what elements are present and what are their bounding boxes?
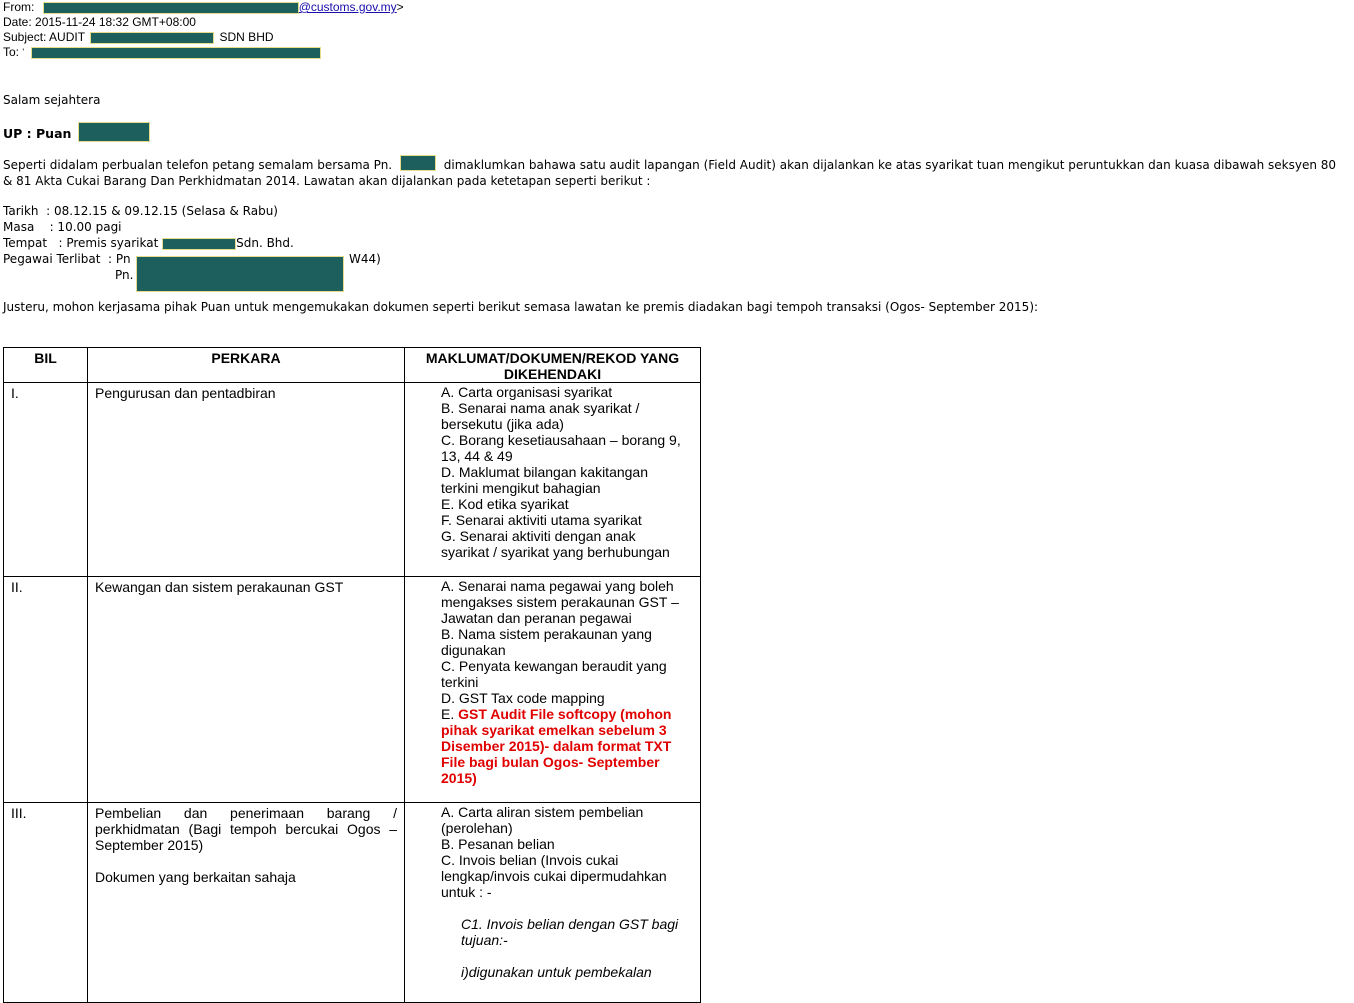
header-bil: BIL — [3, 347, 88, 383]
list-item: B. Senarai nama anak syarikat / bersekut… — [441, 400, 640, 432]
subject-suffix: SDN BHD — [219, 30, 274, 44]
list-item: B. Pesanan belian — [441, 836, 555, 852]
item-e-prefix: E. — [441, 706, 459, 722]
redacted-recipient — [31, 46, 322, 59]
to-mark: ' — [22, 47, 25, 57]
tempat-prefix: Tempat : Premis syarikat — [3, 236, 159, 250]
list-item: A. Carta organisasi syarikat — [441, 384, 613, 400]
item-e-red-text: GST Audit File softcopy (mohon pihak sya… — [441, 706, 672, 786]
tempat-suffix: Sdn. Bhd. — [236, 236, 294, 250]
from-label: From: — [3, 0, 35, 14]
list-item: G. Senarai aktiviti dengan anak syarikat… — [441, 528, 670, 560]
date-value: 2015-11-24 18:32 GMT+08:00 — [35, 15, 196, 29]
row-items: A. Carta aliran sistem pembelian (perole… — [404, 802, 701, 1003]
list-item: C. Invois belian (Invois cukai lengkap/i… — [441, 852, 667, 900]
list-item: B. Nama sistem perakaunan yang digunakan — [441, 626, 652, 658]
email-from-line: From: @customs.gov.my> — [3, 0, 404, 15]
row-items: A. Senarai nama pegawai yang boleh menga… — [404, 576, 701, 803]
table-header-row: BIL PERKARA MAKLUMAT/DOKUMEN/REKOD YANG … — [3, 347, 701, 383]
list-item-gst-audit-file: E. GST Audit File softcopy (mohon pihak … — [441, 706, 686, 786]
up-line: UP : Puan — [3, 122, 150, 142]
intro-paragraph: Seperti didalam perbualan telefon petang… — [3, 155, 1343, 189]
pegawai-prefix: Pegawai Terlibat : Pn — [3, 252, 131, 266]
list-item: D. Maklumat bilangan kakitangan terkini … — [441, 464, 649, 496]
masa-line: Masa : 10.00 pagi — [3, 220, 122, 234]
list-item: C. Penyata kewangan beraudit yang terkin… — [441, 658, 667, 690]
tarikh-line: Tarikh : 08.12.15 & 09.12.15 (Selasa & R… — [3, 204, 278, 218]
table-row: I. Pengurusan dan pentadbiran A. Carta o… — [3, 382, 701, 577]
from-suffix: > — [396, 0, 404, 14]
tempat-line: Tempat : Premis syarikat Sdn. Bhd. — [3, 235, 294, 251]
list-item: F. Senarai aktiviti utama syarikat — [441, 512, 642, 528]
row-bil: II. — [3, 576, 88, 803]
email-to-line: To: ' — [3, 45, 322, 60]
row-bil: III. — [3, 802, 88, 1003]
redacted-officers-block — [136, 256, 344, 292]
list-item: A. Carta aliran sistem pembelian (perole… — [441, 804, 644, 836]
redacted-up-name — [77, 122, 150, 142]
subject-prefix: AUDIT — [49, 30, 85, 44]
pegawai-line: Pegawai Terlibat : Pn — [3, 251, 131, 267]
pegawai-line2: Pn. — [115, 268, 134, 282]
row-perkara: Kewangan dan sistem perakaunan GST — [87, 576, 405, 803]
sub-item-i: i)digunakan untuk pembekalan — [461, 964, 652, 980]
list-item: C. Borang kesetiausahaan – borang 9, 13,… — [441, 432, 681, 464]
row-bil: I. — [3, 382, 88, 577]
email-subject-line: Subject: AUDIT SDN BHD — [3, 30, 274, 45]
requirements-table: BIL PERKARA MAKLUMAT/DOKUMEN/REKOD YANG … — [3, 347, 701, 1003]
subject-label: Subject: — [3, 30, 47, 44]
email-date-line: Date: 2015-11-24 18:32 GMT+08:00 — [3, 15, 196, 30]
intro-part1: Seperti didalam perbualan telefon petang… — [3, 158, 393, 172]
redacted-sender-name — [42, 1, 299, 14]
header-perkara: PERKARA — [87, 347, 405, 383]
list-item: E. Kod etika syarikat — [441, 496, 569, 512]
row-perkara-note: Dokumen yang berkaitan sahaja — [95, 869, 296, 885]
list-item: A. Senarai nama pegawai yang boleh menga… — [441, 578, 679, 626]
sub-item-c1: C1. Invois belian dengan GST bagi tujuan… — [461, 916, 679, 948]
to-label: To: — [3, 45, 20, 59]
table-row: III. Pembelian dan penerimaan barang / p… — [3, 802, 701, 1003]
row-items: A. Carta organisasi syarikat B. Senarai … — [404, 382, 701, 577]
row-perkara-cell: Pembelian dan penerimaan barang / perkhi… — [87, 802, 405, 1003]
header-maklumat: MAKLUMAT/DOKUMEN/REKOD YANG DIKEHENDAKI — [404, 347, 701, 383]
sender-email-link[interactable]: @customs.gov.my — [299, 0, 397, 14]
redacted-company-name — [90, 31, 215, 44]
greeting: Salam sejahtera — [3, 93, 101, 107]
row-perkara: Pembelian dan penerimaan barang / perkhi… — [95, 805, 397, 853]
redacted-premises — [162, 237, 237, 250]
row-perkara: Pengurusan dan pentadbiran — [87, 382, 405, 577]
date-label: Date: — [3, 15, 32, 29]
table-row: II. Kewangan dan sistem perakaunan GST A… — [3, 576, 701, 803]
redacted-officer-name — [399, 155, 436, 171]
list-item: D. GST Tax code mapping — [441, 690, 605, 706]
request-paragraph: Justeru, mohon kerjasama pihak Puan untu… — [3, 300, 1039, 314]
up-label: UP : Puan — [3, 126, 72, 141]
pegawai-suffix: W44) — [349, 252, 381, 266]
